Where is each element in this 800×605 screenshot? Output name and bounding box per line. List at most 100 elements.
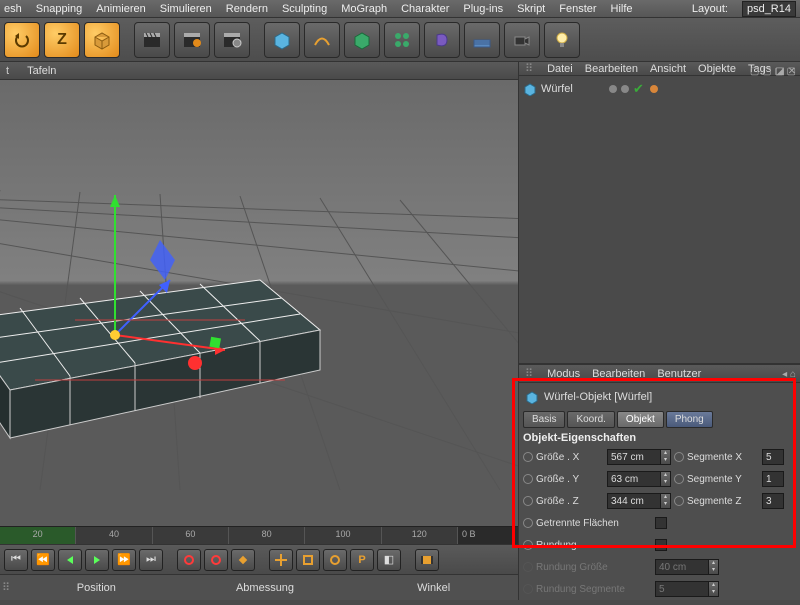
- scale-tool-button[interactable]: [296, 549, 320, 571]
- perspective-viewport[interactable]: [0, 80, 518, 526]
- ruler-frame-count: 0 B: [458, 527, 518, 544]
- menu-sculpting[interactable]: Sculpting: [282, 3, 327, 15]
- viewport-menu-partial[interactable]: t: [6, 65, 9, 77]
- segments-z-input[interactable]: [762, 493, 784, 509]
- anim-ring-icon[interactable]: [523, 452, 533, 462]
- spinner[interactable]: ▴▾: [661, 449, 671, 465]
- segments-x-input[interactable]: [762, 449, 784, 465]
- goto-end-button[interactable]: ⏭: [139, 549, 163, 571]
- coordinates-panel: ⠿ Position Abmessung Winkel: [0, 574, 518, 600]
- om-menu-file[interactable]: Datei: [547, 63, 573, 75]
- camera-button[interactable]: [504, 22, 540, 58]
- size-z-input[interactable]: [607, 493, 661, 509]
- menu-mesh[interactable]: esh: [4, 3, 22, 15]
- filmstrip-button[interactable]: [415, 549, 439, 571]
- layout-selector[interactable]: psd_R14: [742, 1, 796, 17]
- am-panel-icons[interactable]: ◂ ⌂: [782, 365, 796, 383]
- menu-animate[interactable]: Animieren: [96, 3, 146, 15]
- fillet-segments-input: [655, 581, 709, 597]
- cube-add-button[interactable]: [264, 22, 300, 58]
- menu-simulate[interactable]: Simulieren: [160, 3, 212, 15]
- light-button[interactable]: [544, 22, 580, 58]
- move-tool-button[interactable]: [269, 549, 293, 571]
- keyframe-button[interactable]: [231, 549, 255, 571]
- enable-checkmark-icon[interactable]: ✔: [633, 81, 644, 97]
- z-axis-button[interactable]: Z: [44, 22, 80, 58]
- menu-window[interactable]: Fenster: [559, 3, 596, 15]
- render-region-button[interactable]: [174, 22, 210, 58]
- main-toolbar: Z: [0, 18, 800, 62]
- prev-key-button[interactable]: ⏪: [31, 549, 55, 571]
- panel-grip-icon[interactable]: ⠿: [0, 581, 12, 594]
- anim-ring-icon[interactable]: [523, 540, 533, 550]
- tab-phong[interactable]: Phong: [666, 411, 713, 428]
- segments-y-input[interactable]: [762, 471, 784, 487]
- am-menu-user[interactable]: Benutzer: [657, 368, 701, 380]
- panel-grip-icon[interactable]: ⠿: [525, 62, 533, 75]
- om-menu-objects[interactable]: Objekte: [698, 63, 736, 75]
- spinner[interactable]: ▴▾: [661, 471, 671, 487]
- viewport-menu-panels[interactable]: Tafeln: [27, 65, 56, 77]
- goto-start-button[interactable]: ⏮: [4, 549, 28, 571]
- anim-ring-icon[interactable]: [674, 496, 684, 506]
- visibility-dot-editor[interactable]: [609, 85, 617, 93]
- prop-fillet-segments-row: Rundung Segmente ▴▾: [523, 579, 796, 599]
- next-key-button[interactable]: ⏩: [112, 549, 136, 571]
- menu-render[interactable]: Rendern: [226, 3, 268, 15]
- om-menu-edit[interactable]: Bearbeiten: [585, 63, 638, 75]
- play-back-button[interactable]: [58, 549, 82, 571]
- tree-item-controls[interactable]: ✔: [609, 81, 658, 97]
- nurbs-button[interactable]: [344, 22, 380, 58]
- prop-label: Größe . Y: [536, 474, 604, 485]
- array-button[interactable]: [384, 22, 420, 58]
- anim-ring-icon[interactable]: [523, 474, 533, 484]
- deformer-button[interactable]: [424, 22, 460, 58]
- ruler-tick: 100: [305, 527, 381, 544]
- menu-mograph[interactable]: MoGraph: [341, 3, 387, 15]
- prop-label: Segmente Y: [687, 474, 759, 485]
- object-manager-tree[interactable]: Würfel ✔: [519, 76, 800, 364]
- record-button[interactable]: [177, 549, 201, 571]
- tree-item-cube[interactable]: Würfel: [523, 80, 796, 98]
- cube-icon: [523, 82, 537, 96]
- menu-script[interactable]: Skript: [517, 3, 545, 15]
- panel-grip-icon[interactable]: ⠿: [525, 367, 533, 380]
- anim-ring-icon[interactable]: [674, 452, 684, 462]
- menu-character[interactable]: Charakter: [401, 3, 449, 15]
- autokey-button[interactable]: [204, 549, 228, 571]
- render-settings-button[interactable]: [214, 22, 250, 58]
- size-x-input[interactable]: [607, 449, 661, 465]
- tab-koord[interactable]: Koord.: [567, 411, 614, 428]
- tab-basis[interactable]: Basis: [523, 411, 565, 428]
- spline-button[interactable]: [304, 22, 340, 58]
- anim-ring-icon[interactable]: [523, 518, 533, 528]
- play-forward-button[interactable]: [85, 549, 109, 571]
- menu-help[interactable]: Hilfe: [611, 3, 633, 15]
- timeline-ruler[interactable]: 20 40 60 80 100 120 0 B: [0, 526, 518, 544]
- menu-plugins[interactable]: Plug-ins: [463, 3, 503, 15]
- anim-ring-icon[interactable]: [523, 496, 533, 506]
- undo-button[interactable]: [4, 22, 40, 58]
- am-menu-mode[interactable]: Modus: [547, 368, 580, 380]
- attribute-manager-menubar: ⠿ Modus Bearbeiten Benutzer ◂ ⌂: [519, 365, 800, 383]
- visibility-dot-render[interactable]: [621, 85, 629, 93]
- fillet-checkbox[interactable]: [655, 539, 667, 551]
- menu-snapping[interactable]: Snapping: [36, 3, 83, 15]
- size-y-input[interactable]: [607, 471, 661, 487]
- separate-faces-checkbox[interactable]: [655, 517, 667, 529]
- am-menu-edit[interactable]: Bearbeiten: [592, 368, 645, 380]
- param-button[interactable]: P: [350, 549, 374, 571]
- floor-button[interactable]: [464, 22, 500, 58]
- anim-layer-button[interactable]: ◧: [377, 549, 401, 571]
- anim-ring-icon[interactable]: [674, 474, 684, 484]
- spinner[interactable]: ▴▾: [661, 493, 671, 509]
- rotate-tool-button[interactable]: [323, 549, 347, 571]
- cube-primitive-button[interactable]: [84, 22, 120, 58]
- prop-label: Rundung Segmente: [536, 584, 652, 595]
- phong-tag-icon[interactable]: [650, 85, 658, 93]
- om-menu-view[interactable]: Ansicht: [650, 63, 686, 75]
- clapboard-button[interactable]: [134, 22, 170, 58]
- viewport-3d-scene: [0, 80, 518, 490]
- prop-separate-faces-row: Getrennte Flächen: [523, 513, 796, 533]
- tab-objekt[interactable]: Objekt: [617, 411, 664, 428]
